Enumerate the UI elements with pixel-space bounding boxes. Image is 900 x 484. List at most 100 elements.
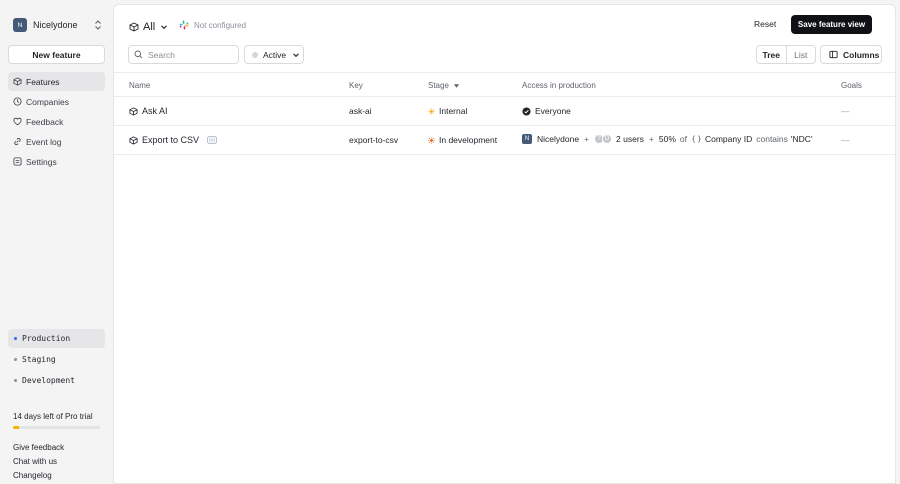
- feature-view-label: All: [143, 21, 156, 33]
- companies-icon: [13, 97, 22, 106]
- table-header: Name Key Stage Access in production Goal…: [114, 72, 895, 97]
- stage-label: Internal: [439, 106, 468, 116]
- table-row[interactable]: Ask AI ask-ai Internal Everyone —: [114, 97, 895, 126]
- sidebar-item-event-log[interactable]: Event log: [8, 132, 105, 151]
- search-icon: [134, 50, 143, 59]
- env-label: Staging: [22, 355, 56, 364]
- stage-cell[interactable]: Internal: [428, 106, 467, 116]
- user-avatar: D: [602, 134, 613, 144]
- table-row[interactable]: Export to CSV export-to-csv In developme…: [114, 126, 895, 155]
- feature-name-cell: Export to CSV: [129, 135, 217, 145]
- feature-name-cell: Ask AI: [129, 106, 168, 116]
- feature-icon: [129, 106, 138, 116]
- feature-name[interactable]: Ask AI: [142, 106, 168, 116]
- code-braces-icon: [691, 135, 701, 143]
- give-feedback-link[interactable]: Give feedback: [13, 441, 64, 455]
- chevron-up-down-icon: [95, 20, 101, 30]
- sidebar-item-label: Settings: [26, 156, 57, 167]
- search-input[interactable]: [148, 49, 228, 60]
- reset-button[interactable]: Reset: [754, 19, 776, 29]
- column-header-label: Goals: [841, 81, 862, 90]
- sidebar-item-label: Features: [26, 76, 60, 87]
- stage-cell[interactable]: In development: [428, 135, 497, 145]
- features-table: Name Key Stage Access in production Goal…: [114, 72, 895, 155]
- access-cell[interactable]: N Nicelydone + ? D 2 users + 50% of Comp…: [522, 134, 813, 144]
- sidebar-item-label: Event log: [26, 136, 62, 147]
- sidebar-item-feedback[interactable]: Feedback: [8, 112, 105, 131]
- column-header-stage[interactable]: Stage: [428, 81, 460, 90]
- column-header-label: Access in production: [522, 81, 596, 90]
- chevron-down-icon: [161, 25, 168, 30]
- trial-progress-fill: [13, 426, 20, 429]
- environment-list: Production Staging Development: [8, 329, 105, 392]
- trial-text: 14 days left of Pro trial: [13, 412, 93, 421]
- sidebar-footer: Give feedback Chat with us Changelog: [13, 441, 64, 483]
- env-status-dot: [14, 358, 17, 361]
- main-panel: All Not configured Reset Save feature vi…: [113, 4, 896, 484]
- column-header-label: Key: [349, 81, 363, 90]
- company-avatar: N: [522, 134, 532, 144]
- feature-view-select[interactable]: All: [129, 19, 168, 35]
- access-label: Everyone: [535, 106, 571, 116]
- status-filter-label: Active: [263, 49, 287, 60]
- status-dot: [252, 51, 258, 58]
- env-status-dot: [14, 379, 17, 382]
- feature-key: ask-ai: [349, 106, 372, 116]
- company-name: Nicelydone: [537, 134, 580, 144]
- stage-label: In development: [439, 135, 498, 145]
- search-field: [128, 45, 239, 64]
- column-header-label: Name: [129, 81, 151, 90]
- sidebar: N Nicelydone New feature Features Compan…: [0, 0, 113, 484]
- column-header-access[interactable]: Access in production: [522, 81, 596, 90]
- column-header-key[interactable]: Key: [349, 81, 363, 90]
- goals-cell: —: [841, 106, 850, 116]
- feature-icon: [129, 22, 139, 32]
- event-log-icon: [14, 137, 21, 146]
- env-staging[interactable]: Staging: [8, 350, 105, 369]
- view-mode-toggle: Tree List: [756, 45, 816, 64]
- check-circle-icon: [522, 106, 531, 116]
- sidebar-item-label: Feedback: [26, 116, 64, 127]
- status-filter-dropdown[interactable]: Active: [244, 45, 304, 64]
- feature-name[interactable]: Export to CSV: [142, 135, 199, 145]
- stage-sun-icon: [428, 136, 435, 144]
- tree-view-button[interactable]: Tree: [757, 46, 787, 63]
- env-label: Production: [22, 334, 71, 343]
- env-label: Development: [22, 376, 75, 385]
- column-header-name[interactable]: Name: [129, 81, 150, 90]
- slack-icon: [179, 20, 189, 30]
- sort-descending-icon: [453, 84, 460, 88]
- org-avatar: N: [13, 18, 27, 32]
- org-name: Nicelydone: [33, 20, 78, 30]
- trial-status: 14 days left of Pro trial: [13, 412, 103, 429]
- sidebar-item-settings[interactable]: Settings: [8, 152, 105, 171]
- filter-value: 'NDC': [790, 134, 813, 144]
- rollout-percent: 50%: [658, 134, 676, 144]
- env-development[interactable]: Development: [8, 371, 105, 390]
- filter-attribute: Company ID: [704, 134, 753, 144]
- chat-with-us-link[interactable]: Chat with us: [13, 455, 64, 469]
- slack-integration-status[interactable]: Not configured: [179, 20, 246, 30]
- new-feature-button[interactable]: New feature: [8, 45, 105, 64]
- feature-icon: [13, 77, 22, 86]
- feedback-icon: [13, 117, 22, 126]
- sidebar-item-label: Companies: [26, 96, 69, 107]
- column-header-goals[interactable]: Goals: [841, 81, 862, 90]
- org-switcher[interactable]: N Nicelydone: [8, 14, 105, 36]
- sidebar-item-companies[interactable]: Companies: [8, 92, 105, 111]
- list-view-button[interactable]: List: [787, 46, 816, 63]
- columns-label: Columns: [843, 49, 880, 60]
- subfeature-icon: [207, 136, 217, 144]
- env-production[interactable]: Production: [8, 329, 105, 348]
- goals-cell: —: [841, 135, 850, 145]
- columns-button[interactable]: Columns: [820, 45, 882, 64]
- integration-status-text: Not configured: [194, 20, 247, 30]
- filter-operator: contains: [756, 134, 788, 144]
- plus-separator: +: [648, 134, 654, 144]
- save-feature-view-button[interactable]: Save feature view: [791, 15, 872, 34]
- changelog-link[interactable]: Changelog: [13, 469, 64, 483]
- access-cell[interactable]: Everyone: [522, 106, 571, 116]
- sidebar-item-features[interactable]: Features: [8, 72, 105, 91]
- chevron-down-icon: [293, 52, 300, 57]
- plus-separator: +: [584, 134, 590, 144]
